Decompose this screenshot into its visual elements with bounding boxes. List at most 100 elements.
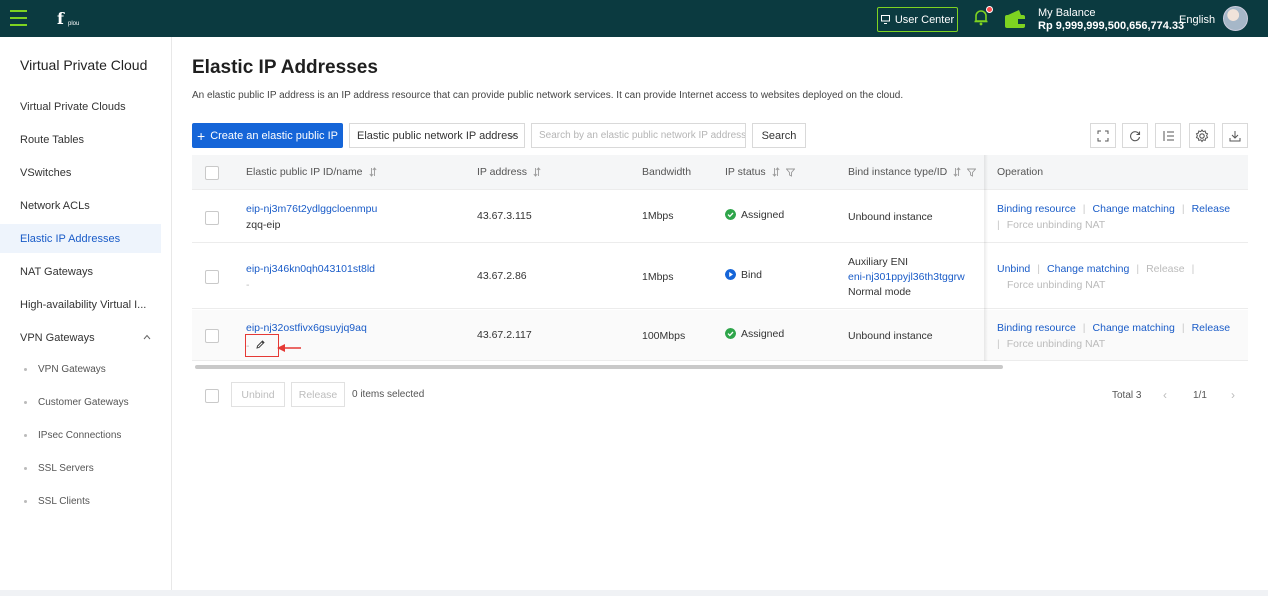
refresh-icon: [1130, 130, 1141, 141]
sidebar-subitem-customer-gateways[interactable]: Customer Gateways: [24, 397, 129, 408]
sidebar-subitem-label: VPN Gateways: [38, 364, 106, 375]
column-header-bandwidth: Bandwidth: [642, 166, 691, 178]
logo[interactable]: f plou: [57, 11, 83, 29]
search-field-select-value: Elastic public network IP address: [357, 129, 519, 142]
column-header-id-name[interactable]: Elastic public IP ID/name: [246, 166, 377, 178]
search-button[interactable]: Search: [752, 123, 806, 148]
fixed-column-shadow: [984, 155, 988, 361]
sidebar-item-label: Network ACLs: [20, 199, 90, 212]
sidebar-subitem-label: SSL Clients: [38, 496, 90, 507]
search-field-select[interactable]: Elastic public network IP address: [349, 123, 525, 148]
binding-resource-link[interactable]: Binding resource: [997, 203, 1076, 215]
create-eip-label: Create an elastic public IP: [210, 129, 338, 142]
menu-icon[interactable]: [10, 10, 27, 26]
ip-address: 43.67.2.86: [477, 270, 527, 282]
bind-instance-type: Auxiliary ENI: [848, 256, 909, 268]
change-matching-link[interactable]: Change matching: [1047, 263, 1129, 275]
page-title: Elastic IP Addresses: [192, 57, 378, 78]
fullscreen-icon: [1097, 130, 1109, 141]
column-settings-button[interactable]: [1155, 123, 1181, 148]
user-avatar[interactable]: [1223, 6, 1248, 31]
column-header-operation: Operation: [997, 166, 1043, 178]
filter-icon[interactable]: [785, 168, 795, 177]
change-matching-link[interactable]: Change matching: [1093, 322, 1175, 334]
eip-id-link[interactable]: eip-nj346kn0qh043101st8ld: [246, 263, 375, 275]
ip-address: 43.67.3.115: [477, 210, 532, 222]
search-button-label: Search: [761, 129, 797, 142]
column-header-status[interactable]: IP status: [725, 166, 795, 178]
sidebar-item-elastic-ip-addresses[interactable]: Elastic IP Addresses: [0, 224, 161, 253]
sidebar-item-route-tables[interactable]: Route Tables: [0, 125, 161, 154]
sort-icon[interactable]: [953, 167, 961, 177]
bullet-icon: [24, 467, 27, 470]
wallet-icon[interactable]: [1004, 9, 1026, 29]
bulk-release-label: Release: [298, 388, 338, 401]
monitor-icon: [880, 15, 890, 24]
eip-id-link[interactable]: eip-nj32ostfivx6gsuyjq9aq: [246, 322, 367, 334]
prev-page-icon[interactable]: ‹: [1163, 388, 1167, 402]
force-unbinding-nat-link[interactable]: Force unbinding NAT: [1007, 279, 1105, 291]
force-unbinding-nat-link[interactable]: Force unbinding NAT: [1007, 338, 1105, 350]
bind-instance-id-link[interactable]: eni-nj301ppyjl36th3tggrw: [848, 271, 965, 283]
sidebar-subitem-ssl-servers[interactable]: SSL Servers: [24, 463, 94, 474]
column-header-bind[interactable]: Bind instance type/ID: [848, 166, 977, 178]
next-page-icon[interactable]: ›: [1231, 388, 1235, 402]
row-operations: Binding resource | Change matching | Release: [997, 203, 1231, 215]
row-checkbox[interactable]: [205, 329, 219, 343]
sidebar-item-virtual-private-clouds[interactable]: Virtual Private Clouds: [0, 92, 161, 121]
release-link[interactable]: Release: [1192, 203, 1231, 215]
sidebar-item-label: Elastic IP Addresses: [20, 232, 121, 245]
row-operations-line2: | Force unbinding NAT: [997, 338, 1106, 350]
sidebar-subitem-label: SSL Servers: [38, 463, 94, 474]
sidebar-subitem-vpn-gateways[interactable]: VPN Gateways: [24, 364, 106, 375]
bottom-edge: [0, 590, 1268, 596]
sidebar-subitem-ssl-clients[interactable]: SSL Clients: [24, 496, 90, 507]
chevron-down-icon: [507, 133, 516, 139]
create-eip-button[interactable]: + Create an elastic public IP: [192, 123, 343, 148]
row-operations: Unbind | Change matching | Release |: [997, 263, 1195, 275]
bulk-unbind-label: Unbind: [241, 388, 275, 401]
download-icon: [1229, 130, 1241, 141]
sidebar-item-vswitches[interactable]: VSwitches: [0, 158, 161, 187]
unbind-link[interactable]: Unbind: [997, 263, 1030, 275]
change-matching-link[interactable]: Change matching: [1093, 203, 1175, 215]
release-link[interactable]: Release: [1146, 263, 1185, 275]
eip-id-link[interactable]: eip-nj3m76t2ydlggcloenmpu: [246, 203, 377, 215]
refresh-button[interactable]: [1122, 123, 1148, 148]
row-checkbox[interactable]: [205, 211, 219, 225]
column-header-label: Bandwidth: [642, 166, 692, 178]
sidebar-item-network-acls[interactable]: Network ACLs: [0, 191, 161, 220]
fullscreen-button[interactable]: [1090, 123, 1116, 148]
search-input[interactable]: [531, 123, 746, 148]
sidebar-item-high-availability-virtual-ip[interactable]: High-availability Virtual I...: [0, 290, 161, 319]
sidebar-item-label: VPN Gateways: [20, 331, 95, 344]
binding-resource-link[interactable]: Binding resource: [997, 322, 1076, 334]
horizontal-scrollbar[interactable]: [195, 365, 1003, 369]
sort-icon[interactable]: [533, 167, 541, 177]
bulk-unbind-button[interactable]: Unbind: [231, 382, 285, 407]
force-unbinding-nat-link[interactable]: Force unbinding NAT: [1007, 219, 1105, 231]
sort-icon[interactable]: [368, 167, 377, 177]
sidebar-item-nat-gateways[interactable]: NAT Gateways: [0, 257, 161, 286]
user-center-button[interactable]: User Center: [877, 7, 958, 32]
user-center-label: User Center: [894, 13, 955, 26]
balance-value: Rp 9,999,999,500,656,774.33: [1038, 20, 1185, 32]
footer-select-all-checkbox[interactable]: [205, 389, 219, 403]
sidebar-item-vpn-gateways[interactable]: VPN Gateways: [0, 323, 161, 352]
release-link[interactable]: Release: [1192, 322, 1231, 334]
row-checkbox[interactable]: [205, 270, 219, 284]
language-switcher[interactable]: English: [1179, 14, 1215, 26]
notification-bell-icon[interactable]: [972, 6, 993, 28]
status-badge: Assigned: [725, 209, 784, 221]
download-button[interactable]: [1222, 123, 1248, 148]
sidebar-subitem-ipsec-connections[interactable]: IPsec Connections: [24, 430, 121, 441]
table-header: Elastic public IP ID/name IP address Ban…: [192, 155, 1248, 190]
chevron-up-icon[interactable]: [143, 333, 151, 341]
select-all-checkbox[interactable]: [205, 166, 219, 180]
status-badge: Bind: [725, 269, 762, 281]
bulk-release-button[interactable]: Release: [291, 382, 345, 407]
sort-icon[interactable]: [772, 167, 780, 177]
column-header-ip[interactable]: IP address: [477, 166, 541, 178]
settings-button[interactable]: [1189, 123, 1215, 148]
filter-icon[interactable]: [967, 168, 977, 177]
